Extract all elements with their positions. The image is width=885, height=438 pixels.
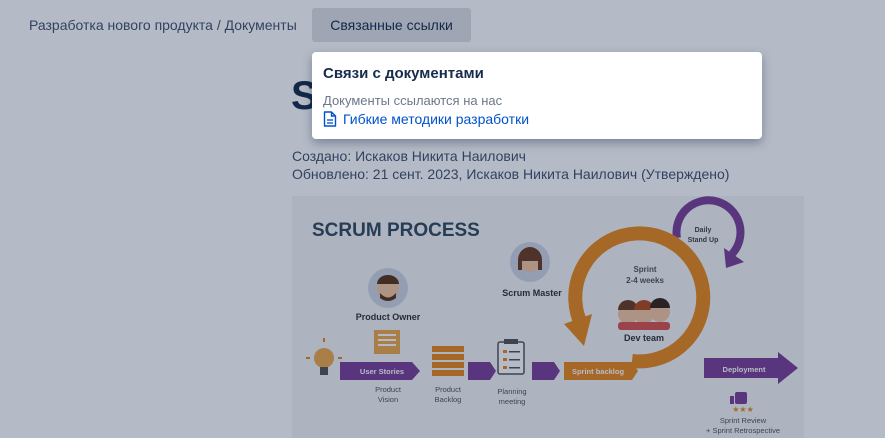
linked-document-link[interactable]: Гибкие методики разработки xyxy=(323,110,529,128)
popup-title: Связи с документами xyxy=(323,65,484,82)
linked-document-label: Гибкие методики разработки xyxy=(343,111,530,127)
document-links-popup: Связи с документами Документы ссылаются … xyxy=(312,52,762,139)
popup-subtitle: Документы ссылаются на нас xyxy=(323,93,503,108)
document-icon xyxy=(323,111,337,127)
